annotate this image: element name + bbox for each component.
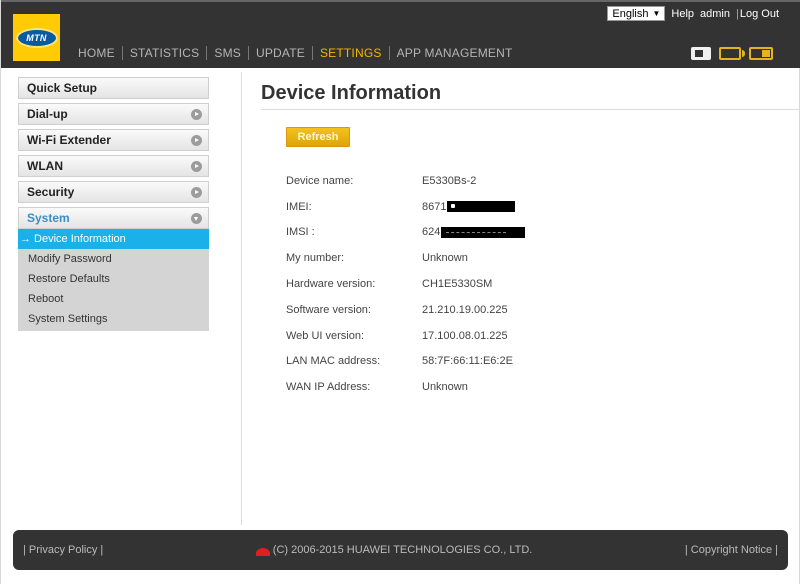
info-row-imei: IMEI: 8671 (286, 194, 800, 220)
submenu-restore-defaults[interactable]: Restore Defaults (18, 269, 209, 289)
redaction-block (441, 226, 526, 238)
info-row-device-name: Device name: E5330Bs-2 (286, 168, 800, 194)
nav-sms[interactable]: SMS (207, 46, 248, 60)
info-value: E5330Bs-2 (422, 174, 477, 187)
submenu-system-settings[interactable]: System Settings (18, 309, 209, 329)
footer: | Privacy Policy | (C) 2006-2015 HUAWEI … (13, 530, 788, 570)
sidebar-item-wifi-extender[interactable]: Wi-Fi Extender (18, 129, 209, 151)
info-value-wrapper: 8671 (422, 200, 516, 213)
sidebar-item-security[interactable]: Security (18, 181, 209, 203)
info-value-wrapper: 624 (422, 226, 526, 239)
info-label: WAN IP Address: (286, 381, 371, 394)
main-nav: HOME STATISTICS SMS UPDATE SETTINGS APP … (71, 46, 520, 60)
wifi-device-icon (719, 47, 745, 60)
chevron-right-icon (191, 186, 202, 198)
battery-icon (749, 47, 773, 60)
logo-oval: MTN (15, 27, 58, 48)
mtn-logo[interactable]: MTN (13, 14, 60, 61)
info-label: Web UI version: (286, 329, 365, 342)
nav-statistics[interactable]: STATISTICS (123, 46, 207, 60)
username: admin (700, 7, 730, 20)
info-value: 17.100.08.01.225 (422, 329, 508, 342)
language-select[interactable]: English ▼ (607, 6, 666, 21)
info-row-software-version: Software version: 21.210.19.00.225 (286, 297, 800, 323)
help-link[interactable]: Help (671, 8, 694, 20)
sidebar-item-dial-up[interactable]: Dial-up (18, 103, 209, 125)
info-value: 8671 (422, 200, 447, 213)
info-label: LAN MAC address: (286, 355, 381, 368)
nav-home[interactable]: HOME (71, 46, 122, 60)
info-label: IMSI : (286, 226, 315, 239)
status-icons (691, 47, 773, 60)
info-value: 624 (422, 226, 441, 239)
info-row-wan-ip: WAN IP Address: Unknown (286, 374, 800, 400)
sidebar-item-label: Security (27, 185, 75, 199)
top-bar: English ▼ Help admin | Log Out (607, 6, 779, 21)
copyright-notice-link[interactable]: | Copyright Notice | (685, 544, 778, 556)
info-label: Software version: (286, 303, 371, 316)
info-value: Unknown (422, 381, 468, 394)
sidebar-item-wlan[interactable]: WLAN (18, 155, 209, 177)
redaction-block (447, 201, 516, 213)
footer-copyright: (C) 2006-2015 HUAWEI TECHNOLOGIES CO., L… (255, 544, 533, 556)
privacy-policy-link[interactable]: | Privacy Policy | (23, 544, 103, 556)
info-row-hardware-version: Hardware version: CH1E5330SM (286, 271, 800, 297)
info-row-web-ui-version: Web UI version: 17.100.08.01.225 (286, 323, 800, 349)
info-row-my-number: My number: Unknown (286, 245, 800, 271)
logo-text: MTN (26, 32, 47, 43)
submenu-device-information[interactable]: → Device Information (18, 229, 209, 249)
separator: | (736, 7, 739, 20)
submenu-modify-password[interactable]: Modify Password (18, 249, 209, 269)
sidebar-item-label: WLAN (27, 159, 63, 173)
chevron-right-icon (191, 108, 202, 120)
info-value: CH1E5330SM (422, 278, 493, 291)
sidebar-item-quick-setup[interactable]: Quick Setup (18, 77, 209, 99)
device-info-table: Device name: E5330Bs-2 IMEI: 8671 IMSI :… (286, 168, 800, 400)
system-submenu: → Device Information Modify Password Res… (18, 229, 209, 331)
chevron-down-icon (191, 212, 202, 224)
content-divider (241, 72, 242, 525)
info-row-imsi: IMSI : 624 (286, 220, 800, 246)
info-label: Device name: (286, 174, 354, 187)
nav-update[interactable]: UPDATE (249, 46, 312, 60)
sidebar-item-system[interactable]: System (18, 207, 209, 229)
sidebar-item-label: Wi-Fi Extender (27, 133, 111, 147)
sidebar-item-label: Dial-up (27, 107, 68, 121)
header: MTN English ▼ Help admin | Log Out HOME … (1, 0, 800, 68)
info-value: 21.210.19.00.225 (422, 303, 508, 316)
sidebar-item-label: System (27, 211, 70, 225)
page-title: Device Information (261, 82, 800, 110)
sidebar-item-label: Quick Setup (27, 81, 98, 95)
info-value: 58:7F:66:11:E6:2E (422, 355, 513, 368)
info-value: Unknown (422, 252, 468, 265)
submenu-reboot[interactable]: Reboot (18, 289, 209, 309)
language-value: English (612, 7, 649, 20)
copyright-text: (C) 2006-2015 HUAWEI TECHNOLOGIES CO., L… (272, 544, 533, 556)
info-row-lan-mac: LAN MAC address: 58:7F:66:11:E6:2E (286, 349, 800, 375)
sim-card-icon (691, 47, 711, 60)
refresh-button[interactable]: Refresh (286, 127, 350, 147)
info-label: IMEI: (286, 200, 312, 213)
info-label: My number: (286, 252, 345, 265)
nav-settings[interactable]: SETTINGS (313, 46, 389, 60)
dropdown-arrow-icon: ▼ (652, 9, 661, 18)
chevron-right-icon (191, 134, 202, 146)
main-content: Device Information Refresh Device name: … (261, 82, 800, 400)
info-label: Hardware version: (286, 278, 376, 291)
logout-link[interactable]: Log Out (740, 8, 779, 20)
nav-app-management[interactable]: APP MANAGEMENT (390, 46, 520, 60)
router-admin-page: MTN English ▼ Help admin | Log Out HOME … (0, 0, 800, 584)
chevron-right-icon (191, 160, 202, 172)
sidebar: Quick Setup Dial-up Wi-Fi Extender WLAN … (18, 77, 209, 331)
huawei-logo-icon (255, 544, 270, 556)
